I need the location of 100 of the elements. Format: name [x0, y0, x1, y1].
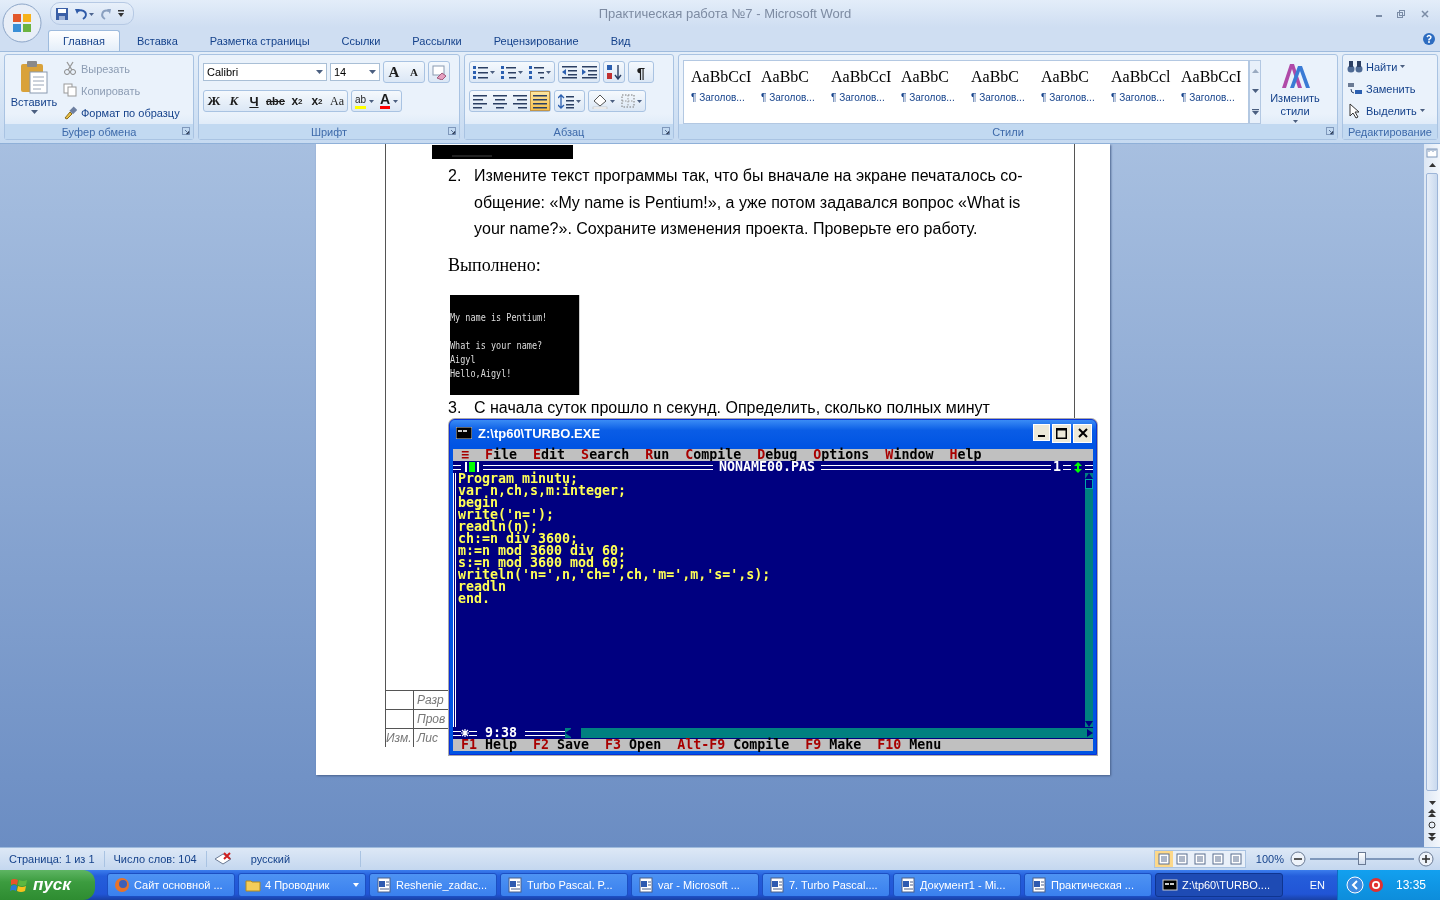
style-preset[interactable]: AaBbCcI ¶ Заголов... — [1177, 64, 1245, 120]
language-indicator[interactable]: EN — [1297, 879, 1337, 891]
vertical-scrollbar[interactable] — [1424, 144, 1440, 847]
close-icon — [1077, 428, 1088, 438]
scrollbar-thumb[interactable] — [571, 728, 582, 738]
menu-item[interactable]: Debug — [757, 449, 798, 461]
scroll-up-icon — [1428, 163, 1436, 167]
underline-button[interactable]: Ч — [244, 91, 264, 111]
help-icon — [1422, 32, 1436, 46]
shrink-font-button[interactable]: A — [404, 62, 424, 82]
sort-button[interactable] — [604, 62, 624, 82]
dialog-launcher-icon — [448, 127, 456, 135]
function-key-hint[interactable]: F9 Make — [805, 739, 862, 751]
paste-button[interactable]: Вставить — [9, 58, 59, 124]
layout-icon — [1175, 853, 1188, 865]
code-line: readln — [458, 581, 507, 593]
style-preset[interactable]: AaBbCcI ¶ Заголов... — [687, 64, 755, 120]
font-name-field[interactable]: Calibri — [203, 63, 327, 81]
change-styles-button[interactable]: Изменить стили — [1265, 58, 1325, 124]
style-preset[interactable]: AaBbC ¶ Заголов... — [897, 64, 965, 120]
show-marks-button[interactable]: ¶ — [629, 62, 653, 82]
superscript-button[interactable]: x$^{2}$ — [306, 91, 327, 111]
style-preset[interactable]: AaBbCcl ¶ Заголов... — [1107, 64, 1175, 120]
taskbar-button[interactable]: Практическая ... — [1024, 873, 1152, 897]
menu-item[interactable]: Help — [949, 449, 982, 461]
editing-button[interactable]: Заменить — [1347, 80, 1433, 97]
ribbon-tab[interactable]: Разметка страницы — [194, 30, 325, 51]
function-key-hint[interactable]: Alt-F9 Compile — [677, 739, 790, 751]
align-button[interactable] — [530, 91, 550, 111]
style-preset[interactable]: AaBbC ¶ Заголов... — [757, 64, 825, 120]
menu-item[interactable]: ≡ — [461, 449, 469, 461]
decrease-indent-icon — [561, 65, 577, 79]
dropdown-arrow-icon — [490, 70, 495, 74]
word-count[interactable]: Число слов: 104 — [104, 851, 207, 867]
group-label: Шрифт — [310, 125, 348, 138]
grow-font-button[interactable]: A — [384, 62, 404, 82]
menu-item[interactable]: Run — [645, 449, 670, 461]
style-preset[interactable]: AaBbC ¶ Заголов... — [1037, 64, 1105, 120]
ribbon-tab[interactable]: Главная — [48, 30, 120, 51]
editing-button[interactable]: Выделить — [1347, 102, 1433, 119]
zoom-slider-thumb[interactable] — [1358, 852, 1366, 865]
language-indicator[interactable]: русский — [238, 851, 361, 867]
close-button[interactable] — [1073, 423, 1092, 443]
clipboard-button[interactable]: Формат по образцу — [63, 104, 180, 121]
zoom-level[interactable]: 100% — [1255, 853, 1284, 865]
italic-button[interactable]: К — [224, 91, 244, 111]
menu-item[interactable]: Compile — [685, 449, 742, 461]
dropdown-arrow-icon — [316, 70, 323, 74]
restore-icon — [1396, 8, 1406, 19]
layout-icon — [1157, 853, 1170, 865]
code-line: readln(n); — [458, 521, 539, 533]
stamp-cell-text: Пров — [416, 711, 447, 728]
font-color-button[interactable]: A — [377, 91, 402, 111]
editor-scrollbar[interactable] — [1085, 473, 1093, 727]
minimize-button[interactable] — [1033, 423, 1050, 441]
style-preset[interactable]: AaBbCcI ¶ Заголов... — [827, 64, 895, 120]
function-key-hint[interactable]: F1 Help — [461, 739, 518, 751]
dropdown-arrow-icon — [1400, 65, 1406, 68]
window-title: Z:\tp60\TURBO.EXE — [478, 425, 601, 441]
stamp-cell-text: Лис — [415, 730, 439, 747]
editing-button[interactable]: Найти — [1347, 58, 1433, 75]
change-case-button[interactable]: Aa — [326, 91, 347, 111]
ribbon-tab[interactable]: Рассылки — [397, 30, 477, 51]
function-key-hint[interactable]: F10 Menu — [877, 739, 942, 751]
scrollbar-thumb[interactable] — [1426, 173, 1438, 791]
gallery-scrollbar[interactable] — [1249, 60, 1261, 124]
dropdown-arrow-icon — [518, 70, 523, 74]
strikethrough-button[interactable]: abc — [264, 91, 287, 111]
ribbon-tab[interactable]: Вид — [595, 30, 646, 51]
close-box-icon[interactable] — [465, 462, 479, 472]
dropdown-arrow-icon — [610, 99, 615, 103]
scrollbar-thumb[interactable] — [1085, 479, 1093, 489]
zoom-arrow-icon — [1073, 461, 1083, 473]
stamp-cell: Изм. — [386, 729, 414, 747]
menu-item[interactable]: Options — [813, 449, 870, 461]
dropdown-arrow-icon — [30, 110, 38, 114]
start-button[interactable]: пуск — [0, 870, 95, 900]
dropdown-arrow-icon — [1292, 120, 1298, 123]
style-preset[interactable]: AaBbC ¶ Заголов... — [967, 64, 1035, 120]
ribbon-tab[interactable]: Вставка — [121, 30, 193, 51]
ribbon-tab[interactable]: Ссылки — [326, 30, 396, 51]
ribbon-tab[interactable]: Рецензирование — [478, 30, 594, 51]
menu-item[interactable]: Edit — [533, 449, 566, 461]
menu-item[interactable]: Window — [885, 449, 934, 461]
menu-item[interactable]: File — [485, 449, 518, 461]
code-editor[interactable]: Program minutu; var n,ch,s,m:integer; begin write('n='); readln(n); ch:=n div 3600; m:=n mod 3600 div 60; s:=n mod 3600 mod 60; writeln('n=',n,'ch=',ch,'m=',m,'s=',s); readln end. — [456, 473, 1085, 727]
highlight-button[interactable]: ab — [351, 91, 378, 111]
bold-button[interactable]: Ж — [204, 91, 224, 111]
editor-scrollbar[interactable] — [565, 728, 1093, 738]
clear-formatting-button[interactable] — [429, 62, 449, 82]
function-key-hint[interactable]: F3 Open — [605, 739, 662, 751]
borders-icon — [621, 94, 635, 108]
font-size-field[interactable]: 14 — [330, 63, 380, 81]
maximize-button[interactable] — [1052, 423, 1071, 443]
document-icon — [769, 877, 785, 893]
page-count[interactable]: Страница: 1 из 1 — [0, 851, 105, 867]
function-key-hint[interactable]: F2 Save — [533, 739, 590, 751]
taskbar-button[interactable]: Z:\tp60\TURBO.... — [1155, 873, 1283, 897]
code-line: Program minutu; — [458, 473, 579, 485]
menu-item[interactable]: Search — [581, 449, 630, 461]
